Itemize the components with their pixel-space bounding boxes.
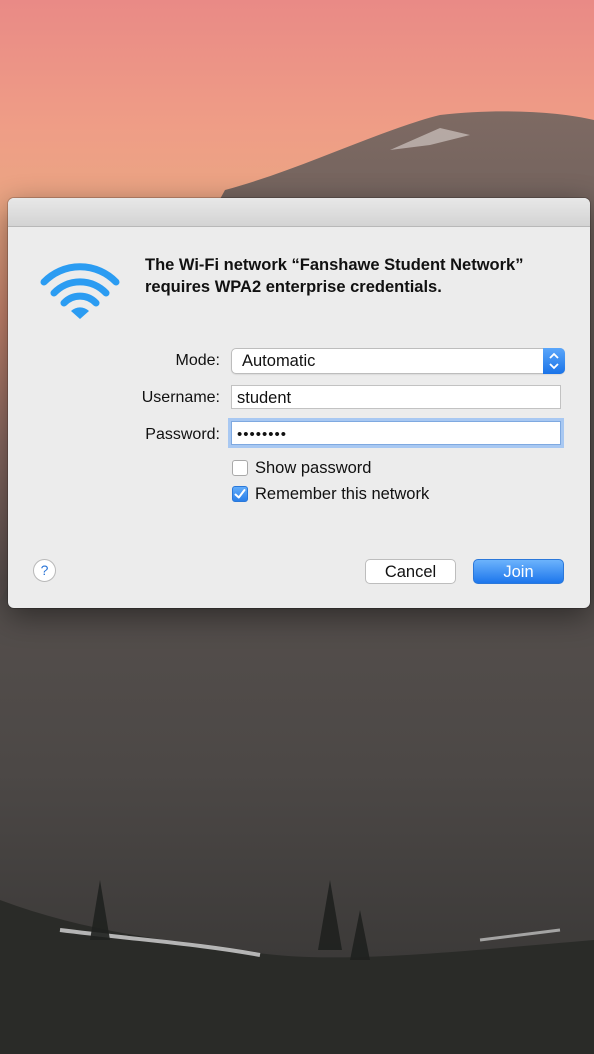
cancel-button[interactable]: Cancel [365, 559, 456, 584]
message-line-2: requires WPA2 enterprise credentials. [145, 278, 442, 296]
dialog-message: The Wi-Fi network “Fanshawe Student Netw… [145, 254, 575, 298]
username-value: student [237, 389, 292, 407]
username-field[interactable]: student [231, 385, 561, 409]
wifi-icon [40, 263, 120, 319]
help-button[interactable]: ? [33, 559, 56, 582]
help-icon: ? [40, 562, 49, 578]
mode-label: Mode: [175, 352, 220, 369]
remember-network-label[interactable]: Remember this network [255, 485, 429, 504]
select-stepper-icon [543, 348, 565, 374]
password-value: •••••••• [237, 426, 288, 443]
username-label: Username: [141, 389, 220, 406]
password-field[interactable]: •••••••• [231, 421, 561, 445]
dialog-titlebar[interactable] [8, 198, 590, 227]
checkmark-icon [234, 489, 246, 499]
show-password-checkbox[interactable] [232, 460, 248, 476]
show-password-label[interactable]: Show password [255, 459, 371, 478]
mode-select-value: Automatic [242, 352, 316, 370]
message-line-1: The Wi-Fi network “Fanshawe Student Netw… [145, 256, 524, 274]
remember-network-checkbox[interactable] [232, 486, 248, 502]
join-button[interactable]: Join [473, 559, 564, 584]
mode-select[interactable]: Automatic [231, 348, 565, 374]
password-label: Password: [145, 426, 220, 443]
wifi-credentials-dialog: The Wi-Fi network “Fanshawe Student Netw… [8, 198, 590, 608]
